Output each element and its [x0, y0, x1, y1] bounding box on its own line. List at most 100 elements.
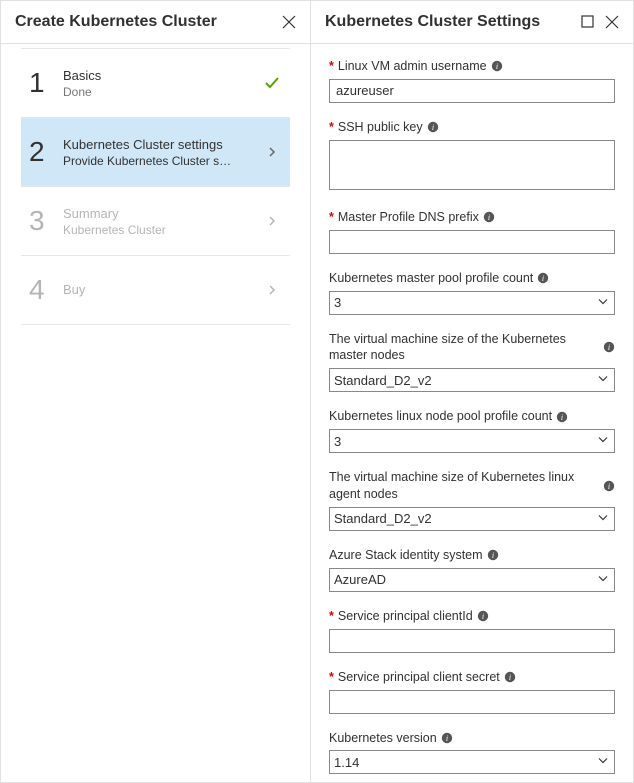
header-icons	[581, 15, 619, 29]
k8s-version-select[interactable]: 1.14	[329, 750, 615, 774]
svg-text:i: i	[608, 343, 610, 352]
field-dns-prefix: * Master Profile DNS prefix i	[329, 209, 615, 254]
field-label: Kubernetes master pool profile count i	[329, 270, 615, 287]
node-count-select[interactable]: 3	[329, 429, 615, 453]
right-panel-header: Kubernetes Cluster Settings	[311, 1, 633, 44]
panel-title: Kubernetes Cluster Settings	[325, 13, 540, 31]
step-cluster-settings[interactable]: 2 Kubernetes Cluster settings Provide Ku…	[21, 118, 290, 187]
field-node-count: Kubernetes linux node pool profile count…	[329, 408, 615, 453]
close-icon[interactable]	[282, 15, 296, 29]
step-basics[interactable]: 1 Basics Done	[21, 48, 290, 118]
svg-text:i: i	[432, 123, 434, 132]
field-label: * Service principal client secret i	[329, 669, 615, 686]
step-number: 3	[29, 205, 57, 237]
info-icon[interactable]: i	[487, 549, 499, 561]
label-text: Master Profile DNS prefix	[338, 209, 479, 226]
panel-title: Create Kubernetes Cluster	[15, 13, 217, 31]
required-indicator: *	[329, 669, 334, 686]
identity-select[interactable]: AzureAD	[329, 568, 615, 592]
label-text: Kubernetes linux node pool profile count	[329, 408, 552, 425]
svg-text:i: i	[608, 482, 610, 491]
required-indicator: *	[329, 608, 334, 625]
svg-text:i: i	[561, 413, 563, 422]
label-text: The virtual machine size of Kubernetes l…	[329, 469, 599, 503]
field-ssh-key: * SSH public key i	[329, 119, 615, 193]
step-title: Summary	[63, 206, 262, 221]
field-identity-system: Azure Stack identity system i AzureAD	[329, 547, 615, 592]
steps-list: 1 Basics Done 2 Kubernetes Cluster setti…	[1, 44, 310, 325]
svg-text:i: i	[509, 673, 511, 682]
info-icon[interactable]: i	[603, 341, 615, 353]
field-label: * Linux VM admin username i	[329, 58, 615, 75]
field-master-vm-size: The virtual machine size of the Kubernet…	[329, 331, 615, 393]
svg-text:i: i	[482, 612, 484, 621]
left-panel: Create Kubernetes Cluster 1 Basics Done …	[1, 1, 311, 782]
field-label: Kubernetes version i	[329, 730, 615, 747]
info-icon[interactable]: i	[537, 272, 549, 284]
step-number: 2	[29, 136, 57, 168]
info-icon[interactable]: i	[556, 411, 568, 423]
svg-text:i: i	[542, 274, 544, 283]
field-label: The virtual machine size of Kubernetes l…	[329, 469, 615, 503]
info-icon[interactable]: i	[477, 610, 489, 622]
field-label: * Master Profile DNS prefix i	[329, 209, 615, 226]
step-title: Kubernetes Cluster settings	[63, 137, 262, 152]
field-label: * Service principal clientId i	[329, 608, 615, 625]
left-panel-header: Create Kubernetes Cluster	[1, 1, 310, 44]
svg-text:i: i	[446, 734, 448, 743]
field-admin-username: * Linux VM admin username i	[329, 58, 615, 103]
info-icon[interactable]: i	[427, 121, 439, 133]
info-icon[interactable]: i	[483, 211, 495, 223]
required-indicator: *	[329, 58, 334, 75]
svg-text:i: i	[495, 62, 497, 71]
step-text: Kubernetes Cluster settings Provide Kube…	[57, 137, 262, 168]
step-text: Summary Kubernetes Cluster	[57, 206, 262, 237]
ssh-key-input[interactable]	[329, 140, 615, 190]
step-text: Basics Done	[57, 68, 262, 99]
label-text: Kubernetes master pool profile count	[329, 270, 533, 287]
pin-icon[interactable]	[581, 15, 595, 29]
label-text: Azure Stack identity system	[329, 547, 483, 564]
step-title: Basics	[63, 68, 262, 83]
step-buy[interactable]: 4 Buy	[21, 256, 290, 325]
info-icon[interactable]: i	[504, 671, 516, 683]
sp-secret-input[interactable]	[329, 690, 615, 714]
label-text: SSH public key	[338, 119, 423, 136]
step-number: 4	[29, 274, 57, 306]
label-text: Service principal clientId	[338, 608, 473, 625]
step-summary[interactable]: 3 Summary Kubernetes Cluster	[21, 187, 290, 256]
svg-text:i: i	[491, 551, 493, 560]
field-label: Azure Stack identity system i	[329, 547, 615, 564]
info-icon[interactable]: i	[441, 732, 453, 744]
step-title: Buy	[63, 282, 262, 297]
agent-vm-size-select[interactable]: Standard_D2_v2	[329, 507, 615, 531]
master-vm-size-select[interactable]: Standard_D2_v2	[329, 368, 615, 392]
label-text: Service principal client secret	[338, 669, 500, 686]
field-label: The virtual machine size of the Kubernet…	[329, 331, 615, 365]
chevron-right-icon	[262, 215, 282, 227]
info-icon[interactable]: i	[491, 60, 503, 72]
required-indicator: *	[329, 119, 334, 136]
sp-client-id-input[interactable]	[329, 629, 615, 653]
field-label: * SSH public key i	[329, 119, 615, 136]
checkmark-icon	[262, 75, 282, 91]
field-sp-client-id: * Service principal clientId i	[329, 608, 615, 653]
field-sp-secret: * Service principal client secret i	[329, 669, 615, 714]
dns-prefix-input[interactable]	[329, 230, 615, 254]
field-agent-vm-size: The virtual machine size of Kubernetes l…	[329, 469, 615, 531]
field-label: Kubernetes linux node pool profile count…	[329, 408, 615, 425]
step-subtitle: Kubernetes Cluster	[63, 223, 233, 237]
step-subtitle: Provide Kubernetes Cluster settin…	[63, 154, 233, 168]
right-panel: Kubernetes Cluster Settings * Linux VM a…	[311, 1, 633, 782]
info-icon[interactable]: i	[603, 480, 615, 492]
label-text: Linux VM admin username	[338, 58, 487, 75]
step-text: Buy	[57, 282, 262, 299]
chevron-right-icon	[262, 146, 282, 158]
field-k8s-version: Kubernetes version i 1.14	[329, 730, 615, 775]
required-indicator: *	[329, 209, 334, 226]
svg-text:i: i	[488, 213, 490, 222]
close-icon[interactable]	[605, 15, 619, 29]
master-count-select[interactable]: 3	[329, 291, 615, 315]
chevron-right-icon	[262, 284, 282, 296]
admin-username-input[interactable]	[329, 79, 615, 103]
